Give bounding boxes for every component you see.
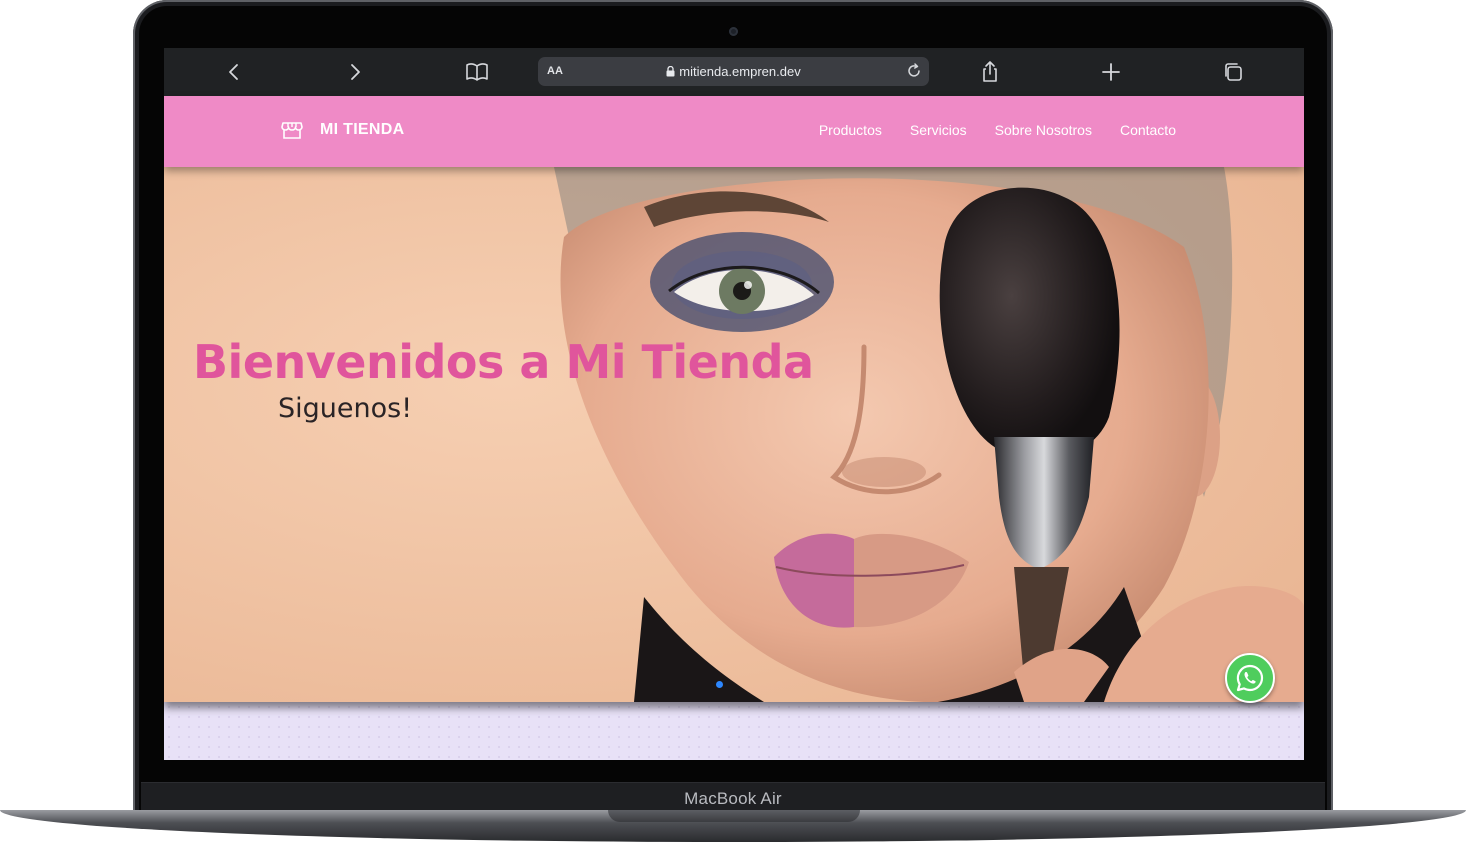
url-text: mitienda.empren.dev [679,64,801,79]
screen: AA mitienda.empren.dev MI TIENDA Product… [164,48,1304,760]
share-icon[interactable] [976,58,1004,86]
webcam [729,27,738,36]
main-nav: Productos Servicios Sobre Nosotros Conta… [819,122,1176,138]
site-header: MI TIENDA Productos Servicios Sobre Noso… [164,96,1304,167]
nav-sobre-nosotros[interactable]: Sobre Nosotros [995,122,1092,138]
device-label: MacBook Air [684,789,782,808]
nav-contacto[interactable]: Contacto [1120,122,1176,138]
hero-image [164,167,1304,702]
whatsapp-icon[interactable] [1225,653,1275,703]
hero-subtitle: Siguenos! [278,393,413,424]
brand[interactable]: MI TIENDA [280,118,404,142]
nav-servicios[interactable]: Servicios [910,122,967,138]
carousel-indicator[interactable] [716,681,723,688]
tabs-icon[interactable] [1219,58,1247,86]
hero-title: Bienvenidos a Mi Tienda [193,335,814,389]
laptop-chin: MacBook Air [141,782,1325,813]
laptop-notch [608,810,860,822]
back-icon[interactable] [220,58,248,86]
reload-icon[interactable] [905,62,923,85]
forward-icon[interactable] [341,58,369,86]
new-tab-icon[interactable] [1097,58,1125,86]
bookmarks-icon[interactable] [463,58,491,86]
address-bar[interactable]: AA mitienda.empren.dev [538,57,929,86]
page-background [164,702,1304,760]
brand-name: MI TIENDA [320,121,405,138]
lock-icon [666,65,675,80]
store-icon [280,118,304,142]
browser-toolbar: AA mitienda.empren.dev [164,48,1304,96]
hero-carousel: Bienvenidos a Mi Tienda Siguenos! [164,167,1304,702]
nav-productos[interactable]: Productos [819,122,882,138]
